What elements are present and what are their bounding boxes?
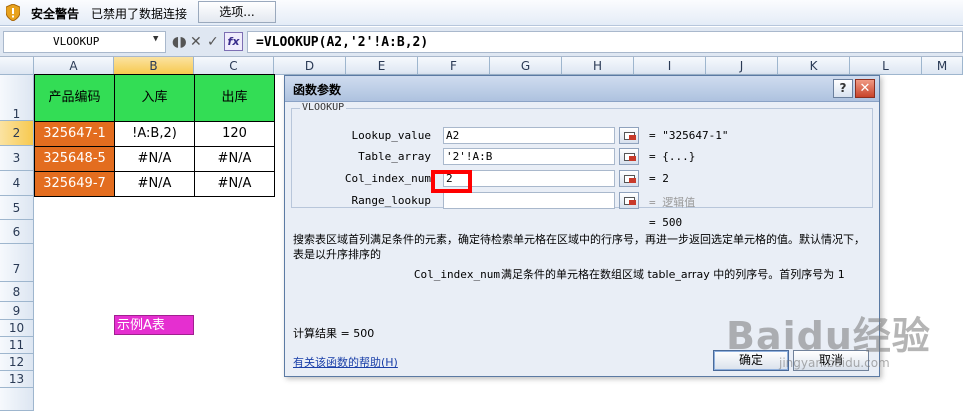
- cell-b2[interactable]: !A:B,2): [114, 121, 195, 147]
- row-header-6[interactable]: 6: [0, 220, 34, 244]
- watermark-url: jingyan.baidu.com: [779, 356, 890, 370]
- table-array-result: = {...}: [649, 150, 696, 163]
- row-header-2[interactable]: 2: [0, 121, 34, 146]
- security-warning-message: 已禁用了数据连接: [91, 7, 188, 21]
- range-lookup-input[interactable]: [443, 192, 615, 209]
- cell-c2[interactable]: 120: [194, 121, 275, 147]
- column-header-c[interactable]: C: [194, 57, 274, 75]
- collapse-dialog-icon[interactable]: [619, 127, 639, 144]
- row-header-4[interactable]: 4: [0, 171, 34, 196]
- security-warning-title: 安全警告: [31, 7, 80, 21]
- column-header-j[interactable]: J: [706, 57, 778, 75]
- cell-c3[interactable]: #N/A: [194, 146, 275, 172]
- row-header-13[interactable]: 13: [0, 371, 34, 388]
- column-header-f[interactable]: F: [418, 57, 490, 75]
- help-icon[interactable]: ?: [833, 79, 853, 98]
- arg-label-col-index-num: Col_index_num: [344, 172, 431, 185]
- formula-input[interactable]: =VLOOKUP(A2,'2'!A:B,2): [247, 31, 963, 53]
- cell-a3[interactable]: 325648-5: [34, 146, 115, 172]
- formula-text: =VLOOKUP(A2,'2'!A:B,2): [256, 35, 429, 50]
- insert-function-button[interactable]: fx: [224, 32, 243, 51]
- argument-name: Col_index_num: [413, 268, 500, 281]
- cell-a4[interactable]: 325649-7: [34, 171, 115, 197]
- column-header-g[interactable]: G: [490, 57, 562, 75]
- cell-b1[interactable]: 入库: [114, 74, 195, 122]
- column-header-d[interactable]: D: [274, 57, 346, 75]
- dialog-title-bar[interactable]: 函数参数 ? ✕: [285, 76, 879, 102]
- formula-result: = 500: [649, 216, 683, 229]
- row-header-8[interactable]: 8: [0, 282, 34, 302]
- cell-b4[interactable]: #N/A: [114, 171, 195, 197]
- column-header-l[interactable]: L: [850, 57, 922, 75]
- cancel-formula-icon[interactable]: ✕: [190, 33, 202, 51]
- arg-label-lookup-value: Lookup_value: [351, 129, 431, 142]
- column-header-h[interactable]: H: [562, 57, 634, 75]
- column-header-m[interactable]: M: [922, 57, 963, 75]
- close-icon[interactable]: ✕: [855, 79, 875, 98]
- cell-c1[interactable]: 出库: [194, 74, 275, 122]
- lookup-value-input[interactable]: A2: [443, 127, 615, 144]
- row-header-1[interactable]: 1: [0, 75, 34, 121]
- formula-bar: VLOOKUP ▼ ◖◗ ✕ ✓ fx =VLOOKUP(A2,'2'!A:B,…: [0, 27, 963, 57]
- column-header-i[interactable]: I: [634, 57, 706, 75]
- chevron-down-icon[interactable]: ▼: [153, 34, 158, 44]
- select-all-corner[interactable]: [0, 57, 34, 75]
- function-description: 搜索表区域首列满足条件的元素，确定待检索单元格在区域中的行序号，再进一步返回选定…: [293, 233, 865, 261]
- row-header-3[interactable]: 3: [0, 146, 34, 171]
- column-header-a[interactable]: A: [34, 57, 114, 75]
- dialog-title: 函数参数: [293, 83, 342, 97]
- name-box[interactable]: VLOOKUP ▼: [3, 31, 166, 53]
- table-array-input[interactable]: '2'!A:B: [443, 148, 615, 165]
- row-header-9[interactable]: 9: [0, 302, 34, 320]
- row-header-12[interactable]: 12: [0, 354, 34, 371]
- shield-warning-icon: [6, 4, 20, 21]
- column-header-k[interactable]: K: [778, 57, 850, 75]
- arg-label-range-lookup: Range_lookup: [351, 194, 431, 207]
- name-box-value: VLOOKUP: [53, 35, 100, 48]
- calculation-result: 计算结果 = 500: [293, 327, 375, 340]
- col-index-num-result: = 2: [649, 172, 669, 185]
- column-header-e[interactable]: E: [346, 57, 418, 75]
- row-header-14[interactable]: [0, 388, 34, 411]
- options-button[interactable]: 选项...: [198, 1, 276, 23]
- function-name: VLOOKUP: [300, 102, 347, 113]
- row-header-5[interactable]: 5: [0, 196, 34, 220]
- cell-a1[interactable]: 产品编码: [34, 74, 115, 122]
- circle-icon: ◖◗: [172, 34, 187, 50]
- watermark-logo: Baidu经验: [726, 314, 931, 358]
- function-help-link[interactable]: 有关该函数的帮助(H): [293, 354, 398, 370]
- highlight-box: [431, 170, 472, 193]
- cell-c4[interactable]: #N/A: [194, 171, 275, 197]
- row-header-10[interactable]: 10: [0, 320, 34, 337]
- arg-label-table-array: Table_array: [358, 150, 431, 163]
- collapse-dialog-icon[interactable]: [619, 170, 639, 187]
- cell-a2[interactable]: 325647-1: [34, 121, 115, 147]
- enter-formula-icon[interactable]: ✓: [207, 33, 219, 51]
- column-header-b[interactable]: B: [114, 57, 194, 75]
- row-header-11[interactable]: 11: [0, 337, 34, 354]
- cell-b10[interactable]: 示例A表: [114, 315, 194, 335]
- lookup-value-result: = "325647-1": [649, 129, 729, 142]
- security-warning-bar: 安全警告 已禁用了数据连接 选项...: [0, 0, 963, 26]
- range-lookup-result: = 逻辑值: [649, 196, 696, 209]
- collapse-dialog-icon[interactable]: [619, 192, 639, 209]
- argument-description: 满足条件的单元格在数组区域 table_array 中的列序号。首列序号为 1: [501, 268, 845, 281]
- collapse-dialog-icon[interactable]: [619, 148, 639, 165]
- cell-b3[interactable]: #N/A: [114, 146, 195, 172]
- row-header-7[interactable]: 7: [0, 244, 34, 282]
- formula-buttons: ◖◗ ✕ ✓ fx: [170, 31, 244, 53]
